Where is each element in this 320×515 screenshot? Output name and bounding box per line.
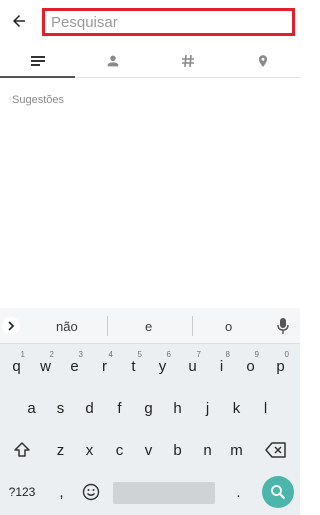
- symbols-key[interactable]: ?123: [4, 474, 40, 510]
- top-bar: [0, 0, 300, 44]
- suggestion-word[interactable]: e: [145, 319, 152, 334]
- lines-icon: [30, 55, 45, 66]
- tab-top[interactable]: [0, 44, 75, 78]
- back-button[interactable]: [6, 8, 32, 34]
- search-tabs: [0, 44, 300, 78]
- keyboard-search-button[interactable]: [262, 476, 294, 508]
- suggestion-divider: [107, 316, 108, 336]
- key-t[interactable]: t5: [121, 348, 146, 384]
- key-f[interactable]: f: [107, 390, 132, 426]
- emoji-key[interactable]: [78, 474, 103, 510]
- key-number: 5: [137, 350, 142, 359]
- key-number: 8: [225, 350, 230, 359]
- key-l[interactable]: l: [253, 390, 278, 426]
- key-z[interactable]: z: [48, 432, 73, 468]
- key-j[interactable]: j: [195, 390, 220, 426]
- key-label: q: [12, 357, 21, 375]
- suggestion-word[interactable]: o: [225, 319, 232, 334]
- key-label: i: [219, 357, 224, 375]
- tab-people[interactable]: [75, 44, 150, 77]
- key-number: 2: [49, 350, 54, 359]
- key-h[interactable]: h: [165, 390, 190, 426]
- key-q[interactable]: q1: [4, 348, 29, 384]
- key-label: t: [131, 357, 136, 375]
- key-label: e: [70, 357, 79, 375]
- microphone-icon[interactable]: [276, 317, 290, 335]
- key-number: 7: [196, 350, 201, 359]
- key-n[interactable]: n: [195, 432, 220, 468]
- key-p[interactable]: p0: [268, 348, 293, 384]
- location-pin-icon: [258, 54, 267, 67]
- shift-icon: [14, 442, 30, 457]
- hashtag-icon: [181, 54, 194, 67]
- search-box[interactable]: [42, 8, 295, 36]
- suggestion-word[interactable]: não: [56, 319, 78, 334]
- person-icon: [107, 55, 118, 66]
- backspace-key[interactable]: [258, 432, 294, 468]
- key-k[interactable]: k: [224, 390, 249, 426]
- arrow-left-icon: [13, 15, 25, 27]
- key-x[interactable]: x: [77, 432, 102, 468]
- search-icon: [271, 485, 286, 500]
- key-v[interactable]: v: [136, 432, 161, 468]
- emoji-icon: [82, 483, 99, 501]
- key-number: 4: [108, 350, 113, 359]
- search-input[interactable]: [51, 13, 292, 31]
- key-number: 6: [166, 350, 171, 359]
- key-label: o: [246, 357, 255, 375]
- key-y[interactable]: y6: [150, 348, 175, 384]
- period-key[interactable]: .: [226, 474, 251, 510]
- key-label: u: [188, 357, 197, 375]
- tab-places[interactable]: [225, 44, 300, 77]
- key-i[interactable]: i8: [209, 348, 234, 384]
- shift-key[interactable]: [4, 432, 40, 468]
- backspace-icon: [265, 442, 286, 458]
- suggestions-heading: Sugestões: [12, 94, 64, 106]
- tab-hashtags[interactable]: [150, 44, 225, 77]
- key-w[interactable]: w2: [33, 348, 58, 384]
- key-number: 9: [254, 350, 259, 359]
- suggestion-divider: [192, 316, 193, 336]
- chevron-right-icon: [8, 321, 15, 331]
- key-b[interactable]: b: [165, 432, 190, 468]
- keyboard: não e o q1 w2 e3 r4 t5 y6 u7 i8 o9 p0 a …: [0, 308, 300, 515]
- key-number: 1: [20, 350, 25, 359]
- key-r[interactable]: r4: [92, 348, 117, 384]
- space-bar[interactable]: [113, 482, 215, 504]
- key-a[interactable]: a: [19, 390, 44, 426]
- key-g[interactable]: g: [136, 390, 161, 426]
- key-m[interactable]: m: [224, 432, 249, 468]
- key-e[interactable]: e3: [62, 348, 87, 384]
- suggestion-expand-button[interactable]: [2, 317, 20, 335]
- key-s[interactable]: s: [48, 390, 73, 426]
- key-number: 0: [284, 350, 289, 359]
- key-label: w: [40, 357, 51, 375]
- key-label: p: [276, 357, 285, 375]
- key-u[interactable]: u7: [180, 348, 205, 384]
- keyboard-suggestion-bar: não e o: [0, 308, 300, 344]
- key-o[interactable]: o9: [238, 348, 263, 384]
- key-d[interactable]: d: [77, 390, 102, 426]
- key-label: r: [102, 357, 107, 375]
- key-number: 3: [78, 350, 83, 359]
- key-c[interactable]: c: [107, 432, 132, 468]
- key-label: y: [158, 357, 167, 375]
- comma-key[interactable]: ,: [49, 474, 74, 510]
